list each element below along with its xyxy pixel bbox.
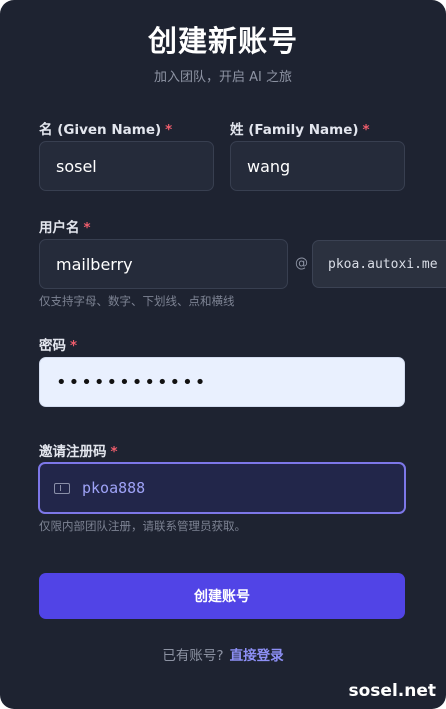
required-mark: * xyxy=(110,444,118,460)
required-mark: * xyxy=(70,338,78,354)
email-domain-box: pkoa.autoxi.me xyxy=(312,240,446,288)
login-prompt-text: 已有账号? xyxy=(162,648,224,664)
invite-code-hint: 仅限内部团队注册，请联系管理员获取。 xyxy=(39,519,246,533)
password-input[interactable]: •••••••••••• xyxy=(39,357,405,407)
watermark: sosel.net xyxy=(348,681,437,701)
email-domain-text: pkoa.autoxi.me xyxy=(328,256,438,272)
invite-code-value: pkoa888 xyxy=(82,479,146,497)
invite-code-input[interactable]: pkoa888 xyxy=(38,462,406,514)
required-mark: * xyxy=(83,220,91,236)
family-name-value: wang xyxy=(247,156,291,176)
page-subtitle: 加入团队，开启 AI 之旅 xyxy=(154,70,292,85)
family-name-label-text: 姓 (Family Name) xyxy=(230,122,359,138)
create-account-button[interactable]: 创建账号 xyxy=(39,573,405,619)
username-label: 用户名 * xyxy=(39,216,91,236)
password-label: 密码 * xyxy=(39,334,77,354)
password-label-text: 密码 xyxy=(39,338,66,354)
required-mark: * xyxy=(362,122,370,138)
family-name-label: 姓 (Family Name) * xyxy=(230,118,370,138)
given-name-label: 名 (Given Name) * xyxy=(39,118,172,138)
at-sign: @ xyxy=(295,256,308,271)
page-title: 创建新账号 xyxy=(147,24,298,58)
invite-code-label: 邀请注册码 * xyxy=(39,440,118,460)
family-name-input[interactable]: wang xyxy=(230,141,405,191)
given-name-label-text: 名 (Given Name) xyxy=(39,122,162,138)
username-label-text: 用户名 xyxy=(39,220,80,236)
login-link[interactable]: 直接登录 xyxy=(230,648,284,664)
login-prompt-row: 已有账号? 直接登录 xyxy=(0,644,446,664)
username-hint: 仅支持字母、数字、下划线、点和横线 xyxy=(39,294,235,308)
signup-card: 创建新账号 加入团队，开启 AI 之旅 名 (Given Name) * sose… xyxy=(0,0,446,709)
ticket-icon xyxy=(54,482,70,494)
given-name-value: sosel xyxy=(56,156,97,176)
required-mark: * xyxy=(165,122,173,138)
username-value: mailberry xyxy=(56,254,133,274)
username-input[interactable]: mailberry xyxy=(39,239,288,289)
invite-code-label-text: 邀请注册码 xyxy=(39,444,107,460)
given-name-input[interactable]: sosel xyxy=(39,141,214,191)
password-masked-value: •••••••••••• xyxy=(56,371,208,393)
